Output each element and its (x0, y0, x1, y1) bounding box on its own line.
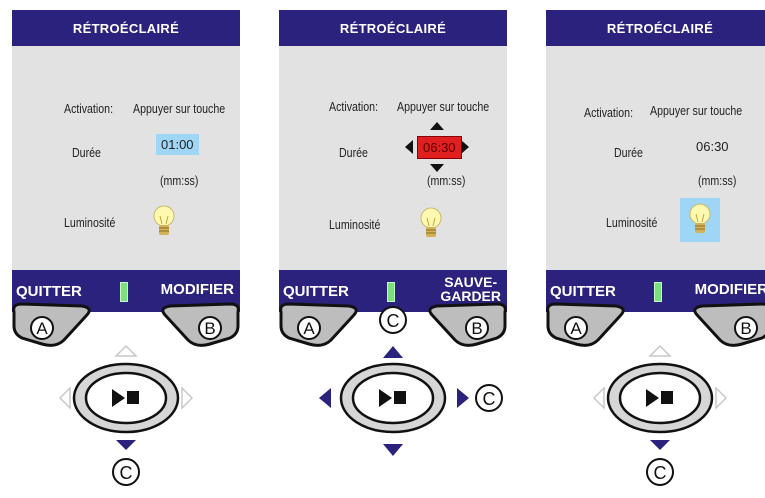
softkey-modify[interactable]: MODIFIER (695, 282, 765, 297)
key-c-up-indicator: C (379, 306, 407, 334)
key-b-button[interactable]: B (428, 302, 507, 347)
key-b-label: B (471, 319, 482, 338)
arrow-up-icon[interactable] (114, 344, 138, 357)
duration-value[interactable]: 06:30 (696, 139, 729, 154)
screen-title: RÉTROÉCLAIRÉ (546, 10, 765, 46)
activation-value: Appuyer sur touche (650, 104, 743, 118)
key-b-button[interactable]: B (693, 302, 765, 347)
duration-label: Durée (72, 146, 101, 160)
arrow-down-icon[interactable] (116, 440, 136, 450)
screen-title: RÉTROÉCLAIRÉ (12, 10, 240, 46)
increment-icon (430, 122, 444, 130)
duration-label: Durée (339, 146, 368, 160)
arrow-right-icon[interactable] (715, 386, 728, 410)
arrow-up-icon[interactable] (383, 346, 403, 358)
left-icon (405, 140, 413, 154)
unit-label: (mm:ss) (160, 174, 199, 188)
lightbulb-icon[interactable] (419, 206, 443, 242)
arrow-left-icon[interactable] (592, 386, 605, 410)
softkey-quit[interactable]: QUITTER (550, 283, 616, 300)
settings-area: Activation: Appuyer sur touche Durée 01:… (12, 46, 240, 270)
activation-value: Appuyer sur touche (133, 102, 226, 116)
brightness-label: Luminosité (606, 216, 658, 230)
panel-3: RÉTROÉCLAIRÉ Activation: Appuyer sur tou… (546, 0, 765, 493)
activation-value: Appuyer sur touche (397, 100, 490, 114)
arrow-left-icon[interactable] (58, 386, 71, 410)
unit-label: (mm:ss) (698, 174, 737, 188)
activation-label: Activation: (64, 102, 114, 116)
activation-label: Activation: (329, 100, 379, 114)
softkey-quit[interactable]: QUITTER (283, 283, 349, 300)
arrow-left-icon[interactable] (319, 388, 331, 408)
key-a-button[interactable]: A (546, 302, 625, 347)
key-c-indicator: C (646, 458, 674, 486)
duration-value[interactable]: 01:00 (156, 134, 199, 155)
key-a-label: A (570, 319, 582, 338)
key-c-right-indicator: C (475, 384, 503, 412)
key-b-label: B (204, 319, 215, 338)
device-screen: RÉTROÉCLAIRÉ Activation: Appuyer sur tou… (12, 10, 240, 312)
panel-1: RÉTROÉCLAIRÉ Activation: Appuyer sur tou… (12, 0, 240, 493)
duration-label: Durée (614, 146, 643, 160)
key-a-button[interactable]: A (279, 302, 358, 347)
duration-value[interactable]: 06:30 (417, 136, 462, 159)
key-c-indicator: C (112, 458, 140, 486)
softkey-modify[interactable]: MODIFIER (161, 282, 234, 297)
brightness-label: Luminosité (329, 218, 381, 232)
key-a-label: A (36, 319, 48, 338)
arrow-down-icon[interactable] (650, 440, 670, 450)
keypad: A B C (546, 300, 765, 493)
key-c-label: C (120, 463, 133, 483)
lightbulb-icon[interactable] (152, 204, 176, 240)
keypad: A B C (12, 300, 252, 493)
device-screen: RÉTROÉCLAIRÉ Activation: Appuyer sur tou… (546, 10, 765, 312)
decrement-icon (430, 164, 444, 172)
key-a-label: A (303, 319, 315, 338)
arrow-up-icon[interactable] (648, 344, 672, 357)
activation-label: Activation: (584, 106, 634, 120)
key-c-up-label: C (387, 311, 400, 331)
key-c-right-label: C (483, 389, 496, 409)
duration-editor[interactable]: 06:30 (405, 122, 469, 172)
screen-title: RÉTROÉCLAIRÉ (279, 10, 507, 46)
unit-label: (mm:ss) (427, 174, 466, 188)
play-pause-button[interactable] (72, 362, 180, 434)
key-a-button[interactable]: A (12, 302, 91, 347)
panel-2: RÉTROÉCLAIRÉ Activation: Appuyer sur tou… (279, 0, 507, 493)
softkey-separator (120, 282, 128, 302)
right-icon (461, 140, 469, 154)
arrow-right-icon[interactable] (181, 386, 194, 410)
settings-area: Activation: Appuyer sur touche Durée 06:… (546, 46, 765, 270)
softkey-save[interactable]: SAUVE- GARDER (440, 275, 501, 303)
softkey-separator (387, 282, 395, 302)
play-pause-button[interactable] (606, 362, 714, 434)
key-b-label: B (740, 319, 751, 338)
keypad: A B C C (279, 300, 519, 493)
key-c-label: C (654, 463, 667, 483)
brightness-label: Luminosité (64, 216, 116, 230)
lightbulb-icon[interactable] (680, 198, 720, 242)
key-b-button[interactable]: B (161, 302, 240, 347)
device-screen: RÉTROÉCLAIRÉ Activation: Appuyer sur tou… (279, 10, 507, 312)
arrow-down-icon[interactable] (383, 444, 403, 456)
softkey-quit[interactable]: QUITTER (16, 283, 82, 300)
arrow-right-icon[interactable] (457, 388, 469, 408)
settings-area: Activation: Appuyer sur touche Durée 06:… (279, 46, 507, 270)
softkey-separator (654, 282, 662, 302)
play-pause-button[interactable] (339, 362, 447, 434)
